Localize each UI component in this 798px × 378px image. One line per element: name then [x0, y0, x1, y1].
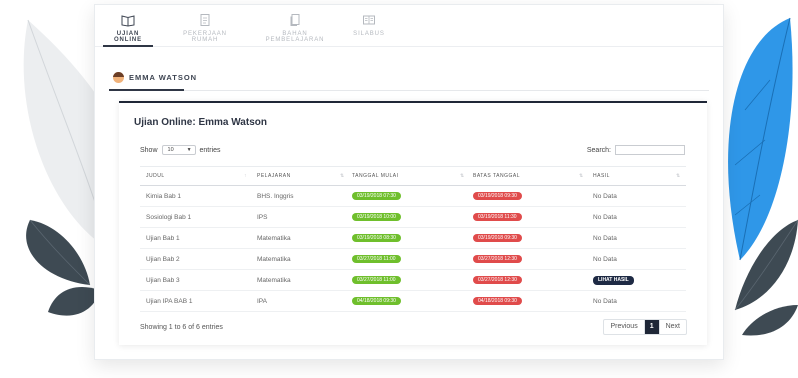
user-tab[interactable]: EMMA WATSON: [113, 65, 197, 89]
start-date-badge: 03/27/2018 11:00: [352, 255, 401, 263]
header-judul[interactable]: JUDUL: [146, 173, 165, 179]
cell-pelajaran: BHS. Inggris: [257, 193, 294, 200]
cell-hasil: No Data: [593, 298, 617, 305]
tab-label: Bahan Pembelajaran: [265, 31, 325, 43]
start-date-badge: 04/18/2018 09:30: [352, 297, 401, 305]
cell-judul: Kimia Bab 1: [146, 193, 182, 200]
end-date-badge: 04/18/2018 09:30: [473, 297, 522, 305]
entries-value: 10: [167, 147, 174, 153]
sort-icon[interactable]: ⇅: [579, 173, 583, 179]
book-icon: [121, 15, 135, 27]
tab-bahan-pembelajaran[interactable]: Bahan Pembelajaran: [253, 13, 337, 47]
sort-icon[interactable]: ⇅: [676, 173, 680, 179]
dark-leaf-bottom: [48, 286, 100, 316]
document-icon: [200, 14, 210, 26]
next-button[interactable]: Next: [658, 320, 686, 334]
cell-judul: Ujian Bab 3: [146, 277, 180, 284]
entries-control: Show 10 ▼ entries: [140, 145, 221, 155]
end-date-badge: 03/27/2018 12:30: [473, 276, 522, 284]
cell-pelajaran: Matematika: [257, 277, 291, 284]
end-date-badge: 03/19/2018 09:30: [473, 192, 522, 200]
entries-select[interactable]: 10 ▼: [161, 145, 196, 155]
avatar-icon: [113, 71, 124, 83]
exam-card: Ujian Online: Emma Watson Show 10 ▼ entr…: [119, 101, 707, 345]
table-row: Kimia Bab 1 BHS. Inggris 03/19/2018 07:3…: [140, 186, 686, 207]
tab-ujian-online[interactable]: Ujian Online: [103, 13, 153, 47]
start-date-badge: 03/19/2018 07:30: [352, 192, 401, 200]
search-control: Search:: [587, 145, 685, 155]
table-row: Ujian IPA BAB 1 IPA 04/18/2018 09:30 04/…: [140, 291, 686, 312]
active-tab-indicator: [109, 89, 184, 91]
open-book-icon: [363, 15, 375, 25]
end-date-badge: 03/19/2018 11:30: [473, 213, 522, 221]
search-input[interactable]: [615, 145, 685, 155]
user-name: EMMA WATSON: [129, 72, 198, 82]
cell-pelajaran: IPA: [257, 298, 267, 305]
end-date-badge: 03/19/2018 09:30: [473, 234, 522, 242]
table-info: Showing 1 to 6 of 6 entries: [140, 324, 223, 331]
tab-label: Pekerjaan Rumah: [183, 31, 227, 43]
cell-pelajaran: IPS: [257, 214, 268, 221]
cell-hasil: No Data: [593, 235, 617, 242]
start-date-badge: 03/19/2018 10:00: [352, 213, 401, 221]
header-tanggal-mulai[interactable]: TANGGAL MULAI: [352, 173, 399, 179]
files-icon: [290, 14, 300, 26]
entries-label: entries: [199, 146, 221, 154]
pagination: Previous 1 Next: [603, 319, 687, 335]
cell-hasil: No Data: [593, 256, 617, 263]
sort-icon[interactable]: ⇅: [460, 173, 464, 179]
cell-judul: Ujian IPA BAB 1: [146, 298, 193, 305]
table-row: Ujian Bab 3 Matematika 03/27/2018 11:00 …: [140, 270, 686, 291]
divider: [109, 90, 709, 91]
page-1-button[interactable]: 1: [644, 320, 659, 334]
cell-pelajaran: Matematika: [257, 256, 291, 263]
header-hasil[interactable]: HASIL: [593, 173, 610, 179]
start-date-badge: 03/27/2018 11:00: [352, 276, 401, 284]
tab-pekerjaan-rumah[interactable]: Pekerjaan Rumah: [169, 13, 241, 47]
blue-leaf-right: [728, 18, 793, 260]
cell-judul: Sosiologi Bab 1: [146, 214, 192, 221]
table-row: Ujian Bab 2 Matematika 03/27/2018 11:00 …: [140, 249, 686, 270]
end-date-badge: 03/27/2018 12:30: [473, 255, 522, 263]
table-row: Ujian Bab 1 Matematika 03/19/2018 08:30 …: [140, 228, 686, 249]
start-date-badge: 03/19/2018 08:30: [352, 234, 401, 242]
cell-hasil: No Data: [593, 214, 617, 221]
previous-button[interactable]: Previous: [604, 320, 645, 334]
card-title: Ujian Online: Emma Watson: [134, 117, 267, 128]
cell-judul: Ujian Bab 2: [146, 256, 180, 263]
tab-label: Ujian Online: [113, 31, 143, 43]
search-label: Search:: [586, 146, 611, 154]
app-window: Ujian Online Pekerjaan Rumah Bahan Pembe…: [94, 4, 724, 360]
tab-label: Silabus: [353, 31, 385, 37]
dark-leaf-right-low: [742, 305, 798, 336]
header-batas-tanggal[interactable]: BATAS TANGGAL: [473, 173, 520, 179]
chevron-down-icon: ▼: [186, 147, 192, 153]
table-row: Sosiologi Bab 1 IPS 03/19/2018 10:00 03/…: [140, 207, 686, 228]
show-label: Show: [140, 146, 158, 154]
view-result-button[interactable]: LIHAT HASIL: [593, 276, 634, 285]
sort-icon[interactable]: ⇅: [340, 173, 344, 179]
tab-silabus[interactable]: Silabus: [349, 13, 389, 47]
main-tabs: Ujian Online Pekerjaan Rumah Bahan Pembe…: [95, 5, 723, 47]
header-pelajaran[interactable]: PELAJARAN: [257, 173, 291, 179]
exam-table: JUDUL ↑ PELAJARAN ⇅ TANGGAL MULAI ⇅ BATA…: [140, 166, 686, 312]
cell-hasil: No Data: [593, 193, 617, 200]
table-header: JUDUL ↑ PELAJARAN ⇅ TANGGAL MULAI ⇅ BATA…: [140, 166, 686, 186]
cell-judul: Ujian Bab 1: [146, 235, 180, 242]
sort-asc-icon[interactable]: ↑: [244, 173, 247, 179]
cell-pelajaran: Matematika: [257, 235, 291, 242]
